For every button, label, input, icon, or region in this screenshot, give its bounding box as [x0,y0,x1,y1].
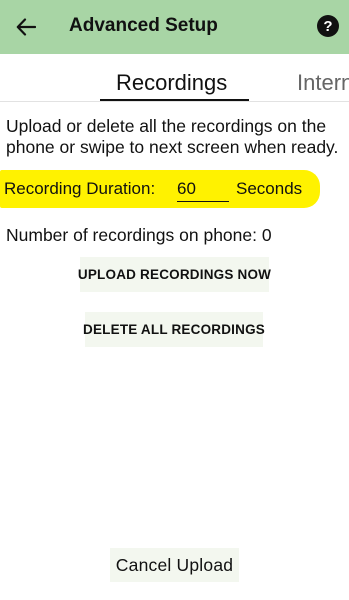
back-button[interactable] [12,13,40,41]
delete-all-recordings-button[interactable]: DELETE ALL RECORDINGS [83,312,265,347]
cancel-upload-button[interactable]: Cancel Upload [110,548,239,582]
help-circle-icon: ? [323,17,333,35]
intro-text: Upload or delete all the recordings on t… [6,116,339,157]
tab-recordings[interactable]: Recordings [116,70,227,96]
duration-input[interactable] [177,177,229,202]
duration-unit: Seconds [236,179,303,198]
arrow-left-icon [16,18,36,36]
tab-indicator [100,99,249,101]
app-bar: Advanced Setup ? [0,0,349,54]
tab-internet[interactable]: Intern [297,70,349,96]
tab-bar: Recordings Intern [0,62,349,102]
upload-recordings-button[interactable]: UPLOAD RECORDINGS NOW [78,257,271,292]
page-title: Advanced Setup [69,15,218,36]
duration-label: Recording Duration: [4,179,156,198]
help-button[interactable]: ? [317,15,339,37]
recording-count: Number of recordings on phone: 0 [6,225,272,245]
